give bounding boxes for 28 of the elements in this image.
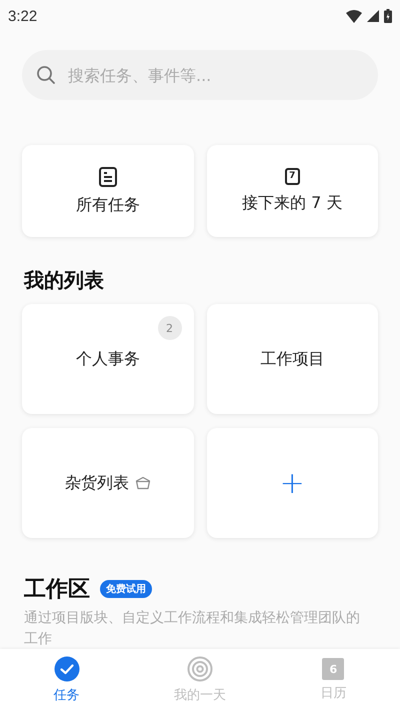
calendar-icon: 6 xyxy=(322,658,344,680)
check-icon xyxy=(54,656,80,682)
list-name: 个人事务 xyxy=(76,348,140,370)
list-name: 杂货列表 xyxy=(64,472,129,494)
list-card[interactable]: 个人事务 2 xyxy=(22,304,194,414)
workspace-description: 通过项目版块、自定义工作流程和集成轻松管理团队的工作 xyxy=(24,609,361,649)
shortcut-label: 接下来的 7 天 xyxy=(242,193,342,214)
section-title: 工作区 xyxy=(24,576,90,604)
status-time: 3:22 xyxy=(8,8,38,24)
search-field[interactable]: 搜索任务、事件等... xyxy=(22,50,378,100)
signal-icon xyxy=(367,10,379,22)
list-name: 工作项目 xyxy=(260,348,324,370)
list-icon xyxy=(98,166,117,186)
target-icon xyxy=(186,656,213,682)
add-list-button[interactable]: + xyxy=(206,428,378,538)
basket-icon xyxy=(134,476,151,490)
trial-badge: 免费试用 xyxy=(100,580,152,598)
list-card[interactable]: 杂货列表 xyxy=(22,428,194,538)
wifi-icon xyxy=(346,10,362,22)
list-card[interactable]: 工作项目 xyxy=(206,304,378,414)
shortcut-card[interactable]: 7 接下来的 7 天 xyxy=(206,145,378,237)
battery-icon xyxy=(384,9,392,23)
count-badge: 2 xyxy=(158,316,182,340)
shortcut-card[interactable]: 所有任务 xyxy=(22,145,194,237)
calendar-icon: 7 xyxy=(284,168,300,185)
section-title: 我的列表 xyxy=(24,267,105,294)
shortcut-label: 所有任务 xyxy=(76,194,140,216)
tab[interactable]: 任务 xyxy=(0,649,134,711)
